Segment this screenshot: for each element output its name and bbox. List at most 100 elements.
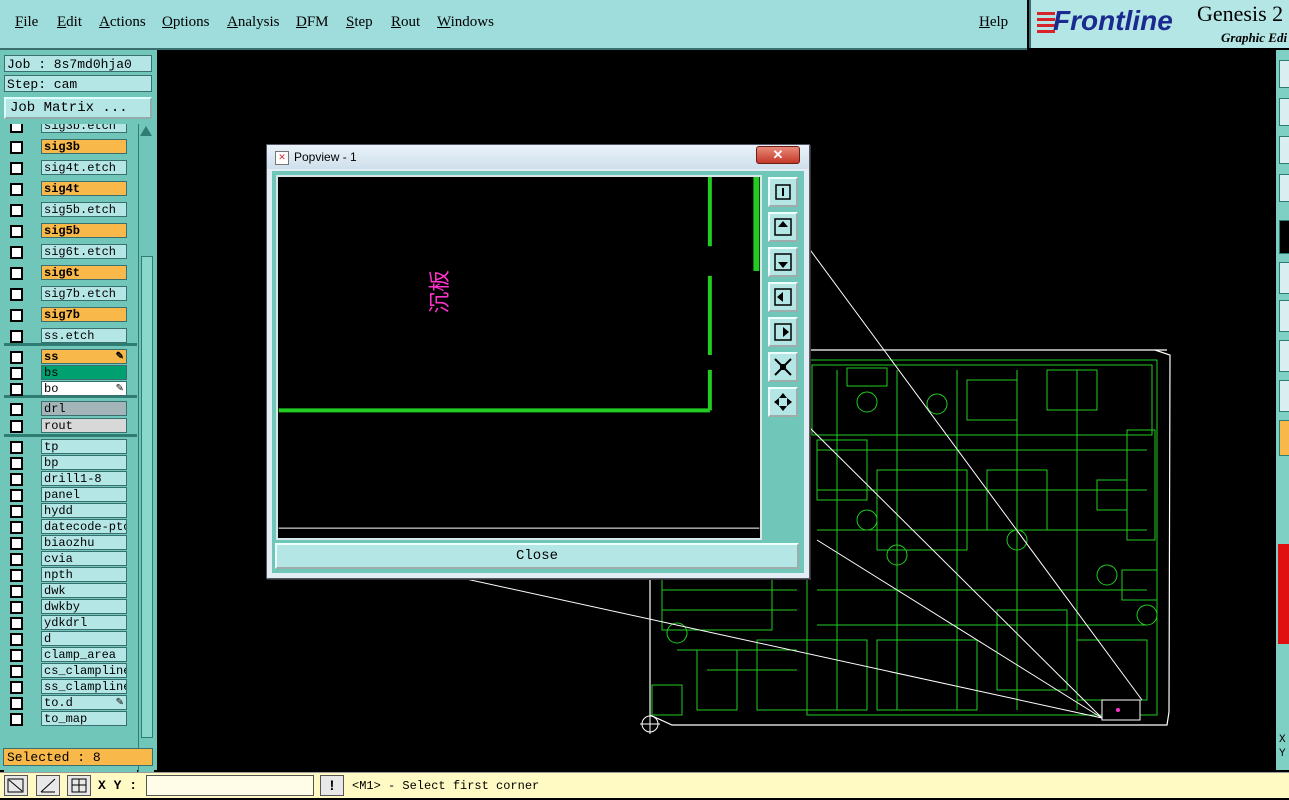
layer-name[interactable]: sig4t [41,181,127,196]
layer-checkbox[interactable] [10,141,23,154]
layer-row[interactable]: ss ✎ [4,349,137,365]
right-tool-7[interactable] [1279,300,1289,332]
layer-row[interactable]: tp [4,439,137,455]
layer-checkbox[interactable] [10,665,23,678]
layer-name[interactable]: sig3b.etch [41,124,127,133]
layer-checkbox[interactable] [10,569,23,582]
layer-name[interactable]: bp [41,455,127,470]
menu-windows[interactable]: Windows [437,14,494,31]
layer-checkbox[interactable] [10,124,23,133]
layer-row[interactable]: to_map [4,711,137,727]
layer-checkbox[interactable] [10,505,23,518]
right-tool-10[interactable] [1279,420,1289,456]
popview-center-button[interactable] [768,387,798,417]
right-tool-9[interactable] [1279,380,1289,412]
layer-name[interactable]: dwk [41,583,127,598]
layer-row[interactable]: sig5b [4,223,137,239]
menu-options[interactable]: Options [162,14,210,31]
popview-pan-left-button[interactable] [768,282,798,312]
popview-pan-up-button[interactable] [768,212,798,242]
layer-row[interactable]: bo ✎ [4,381,137,397]
layer-checkbox[interactable] [10,309,23,322]
layer-row[interactable]: clamp_area [4,647,137,663]
layer-name[interactable]: sig7b [41,307,127,322]
alert-button[interactable]: ! [320,775,344,796]
layer-row[interactable]: bs [4,365,137,381]
layer-checkbox[interactable] [10,330,23,343]
popview-titlebar[interactable]: ✕ Popview - 1 ✕ [267,145,809,169]
layer-row[interactable]: sig7b.etch [4,286,137,302]
layer-row[interactable]: panel [4,487,137,503]
layer-row[interactable]: sig6t.etch [4,244,137,260]
layer-name[interactable]: tp [41,439,127,454]
menu-rout[interactable]: Rout [391,14,420,31]
layer-name[interactable]: sig3b [41,139,127,154]
layer-name[interactable]: cs_clampline [41,663,127,678]
layer-checkbox[interactable] [10,204,23,217]
layer-name[interactable]: hydd [41,503,127,518]
layer-name[interactable]: ss.etch [41,328,127,343]
layer-checkbox[interactable] [10,617,23,630]
layer-checkbox[interactable] [10,601,23,614]
layer-checkbox[interactable] [10,162,23,175]
layer-name[interactable]: biaozhu [41,535,127,550]
close-icon[interactable]: ✕ [756,146,800,164]
layer-name[interactable]: sig6t.etch [41,244,127,259]
layer-checkbox[interactable] [10,489,23,502]
layer-name[interactable]: cvia [41,551,127,566]
popview-close-button[interactable]: Close [275,543,799,569]
layer-row[interactable]: dwkby [4,599,137,615]
job-matrix-button[interactable]: Job Matrix ... [4,97,152,119]
zoom-box-button[interactable] [4,775,28,796]
layer-row[interactable]: drl [4,401,137,417]
layer-row[interactable]: cs_clampline [4,663,137,679]
menu-step[interactable]: Step [346,14,373,31]
layer-checkbox[interactable] [10,183,23,196]
layer-name[interactable]: sig5b.etch [41,202,127,217]
layer-checkbox[interactable] [10,246,23,259]
right-tool-1[interactable] [1279,60,1289,88]
layer-checkbox[interactable] [10,521,23,534]
right-tool-5[interactable] [1279,220,1289,254]
layer-checkbox[interactable] [10,537,23,550]
layer-checkbox[interactable] [10,473,23,486]
layer-checkbox[interactable] [10,367,23,380]
right-tool-8[interactable] [1279,340,1289,372]
layer-checkbox[interactable] [10,697,23,710]
layer-name[interactable]: sig4t.etch [41,160,127,175]
layer-row[interactable]: biaozhu [4,535,137,551]
menu-help[interactable]: Help [979,14,1008,31]
layer-name[interactable]: datecode-pto [41,519,127,534]
layer-name[interactable]: bs [41,365,127,380]
layer-checkbox[interactable] [10,585,23,598]
right-tool-6[interactable] [1279,262,1289,294]
layer-name[interactable]: sig5b [41,223,127,238]
layer-row[interactable]: d [4,631,137,647]
menu-edit[interactable]: Edit [57,14,82,31]
layer-checkbox[interactable] [10,457,23,470]
layer-row[interactable]: rout [4,418,137,434]
popview-pan-down-button[interactable] [768,247,798,277]
layer-checkbox[interactable] [10,713,23,726]
layer-name[interactable]: to.d ✎ [41,695,127,710]
menu-file[interactable]: File [15,14,38,31]
layer-name[interactable]: to_map [41,711,127,726]
layer-name[interactable]: drill1-8 [41,471,127,486]
scroll-up-icon[interactable] [140,126,152,136]
layer-row[interactable]: to.d ✎ [4,695,137,711]
layer-row[interactable]: ss.etch [4,328,137,344]
popview-fit-button[interactable] [768,352,798,382]
layer-name[interactable]: sig7b.etch [41,286,127,301]
layer-name[interactable]: ss_clampline [41,679,127,694]
layer-row[interactable]: npth [4,567,137,583]
layer-name[interactable]: panel [41,487,127,502]
layer-name[interactable]: ss ✎ [41,349,127,364]
layer-checkbox[interactable] [10,633,23,646]
xy-input[interactable] [146,775,314,796]
right-tool-4[interactable] [1279,174,1289,202]
layer-scrollbar[interactable] [138,124,154,790]
scroll-thumb[interactable] [141,256,153,738]
right-tool-2[interactable] [1279,98,1289,126]
right-tool-3[interactable] [1279,136,1289,164]
layer-row[interactable]: sig4t [4,181,137,197]
